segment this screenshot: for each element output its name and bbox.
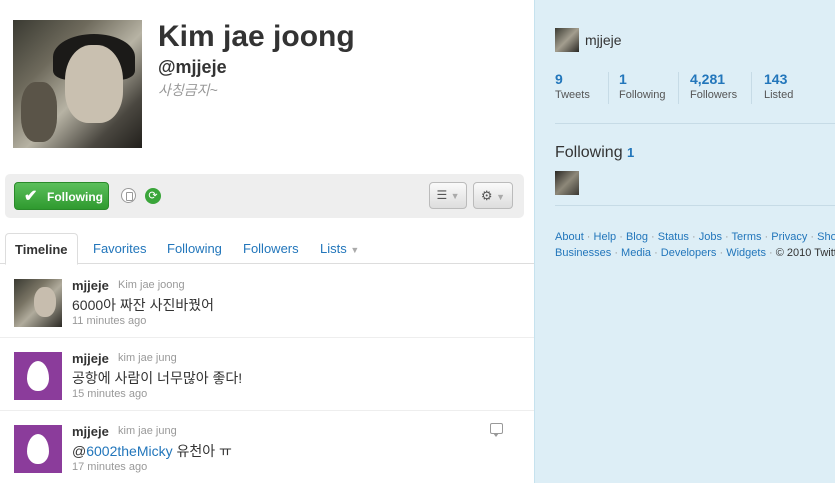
- tweet-username[interactable]: mjjeje: [72, 351, 109, 366]
- tweet-timestamp[interactable]: 17 minutes ago: [72, 461, 147, 473]
- stat-tweets[interactable]: 9 Tweets: [555, 71, 590, 105]
- profile-action-bar: ✔ Following ⟳ ☰ ▼ ⚙ ▼: [5, 174, 524, 218]
- stat-label: Tweets: [555, 89, 590, 101]
- device-updates-icon[interactable]: [121, 188, 136, 203]
- tab-followers[interactable]: Followers: [243, 233, 299, 264]
- following-button[interactable]: ✔ Following: [14, 182, 109, 210]
- reply-icon[interactable]: [490, 423, 503, 437]
- footer-links: About · Help · Blog · Status · Jobs · Te…: [555, 229, 835, 261]
- footer-link-status[interactable]: Status: [658, 231, 689, 243]
- chevron-down-icon: ▼: [450, 191, 460, 201]
- tweet-fullname: kim jae jung: [118, 425, 177, 437]
- stat-label: Followers: [690, 89, 738, 101]
- tweet-avatar[interactable]: [14, 279, 62, 327]
- stat-divider: [751, 72, 752, 104]
- tab-timeline[interactable]: Timeline: [5, 233, 78, 265]
- tweet-text-prefix: @: [72, 443, 87, 459]
- footer-link-help[interactable]: Help: [594, 231, 617, 243]
- stat-followers[interactable]: 4,281 Followers: [690, 71, 737, 105]
- footer-line-1: About · Help · Blog · Status · Jobs · Te…: [555, 229, 835, 245]
- footer-link-media[interactable]: Media: [621, 247, 651, 259]
- avatar-face: [65, 45, 123, 123]
- tweet-fullname: kim jae jung: [118, 352, 177, 364]
- profile-bio: 사칭금지~: [158, 82, 218, 98]
- following-button-label: Following: [47, 190, 103, 204]
- tweet-timestamp[interactable]: 15 minutes ago: [72, 388, 147, 400]
- footer-link-blog[interactable]: Blog: [626, 231, 648, 243]
- stat-following[interactable]: 1 Following: [619, 71, 665, 105]
- footer-link-widgets[interactable]: Widgets: [726, 247, 766, 259]
- chevron-down-icon: ▼: [350, 245, 360, 255]
- tweet-avatar[interactable]: [14, 425, 62, 473]
- checkmark-icon: ✔: [24, 188, 38, 205]
- tweet-fullname: Kim jae joong: [118, 279, 185, 291]
- tweet-timestamp[interactable]: 11 minutes ago: [72, 315, 146, 327]
- footer-link-jobs[interactable]: Jobs: [699, 231, 722, 243]
- following-count[interactable]: 1: [627, 145, 634, 160]
- footer-link-privacy[interactable]: Privacy: [771, 231, 807, 243]
- copyright-text: © 2010 Twitte: [775, 247, 835, 259]
- tab-following[interactable]: Following: [167, 233, 222, 264]
- profile-tabs: Timeline Favorites Following Followers L…: [0, 233, 534, 265]
- stat-label: Following: [619, 89, 666, 101]
- footer-link-shortcuts[interactable]: Shortc: [817, 231, 835, 243]
- tweet-text: 6000아 짜잔 사진바꿨어: [72, 297, 214, 313]
- stat-divider: [608, 72, 609, 104]
- stat-divider: [678, 72, 679, 104]
- gear-menu-button[interactable]: ⚙ ▼: [473, 182, 513, 209]
- profile-avatar[interactable]: [13, 20, 142, 148]
- list-menu-button[interactable]: ☰ ▼: [429, 182, 467, 209]
- following-heading-label: Following: [555, 144, 623, 161]
- tab-favorites[interactable]: Favorites: [93, 233, 146, 264]
- stat-number: 9: [555, 71, 563, 87]
- following-user-thumb[interactable]: [555, 171, 579, 195]
- tweet-item: mjjeje kim jae jung @6002theMicky 유천아 ㅠ …: [0, 411, 534, 483]
- stat-listed[interactable]: 143 Listed: [764, 71, 793, 105]
- footer-line-2: Businesses · Media · Developers · Widget…: [555, 245, 835, 261]
- footer-link-developers[interactable]: Developers: [661, 247, 717, 259]
- tweet-text: 공항에 사람이 너무많아 좋다!: [72, 370, 243, 386]
- tweet-text-suffix: 유천아 ㅠ: [172, 443, 232, 459]
- stat-label: Listed: [764, 89, 794, 101]
- tweet-item: mjjeje Kim jae joong 6000아 짜잔 사진바꿨어 11 m…: [0, 265, 534, 338]
- main-content: Kim jae joong @mjjeje 사칭금지~ ✔ Following …: [0, 0, 534, 483]
- stat-number: 4,281: [690, 71, 726, 87]
- sidebar-divider: [555, 205, 835, 206]
- profile-handle: @mjjeje: [158, 57, 227, 77]
- following-heading: Following 1: [555, 144, 634, 162]
- retweet-icon[interactable]: ⟳: [145, 188, 161, 204]
- profile-name: Kim jae joong: [158, 20, 355, 53]
- tweet-avatar[interactable]: [14, 352, 62, 400]
- chevron-down-icon: ▼: [496, 192, 506, 202]
- avatar-figure-2: [21, 82, 57, 142]
- tab-lists[interactable]: Lists ▼: [320, 233, 359, 264]
- sidebar-handle: mjjeje: [585, 32, 622, 48]
- stat-number: 143: [764, 71, 788, 87]
- tweet-username[interactable]: mjjeje: [72, 278, 109, 293]
- footer-link-about[interactable]: About: [555, 231, 584, 243]
- sidebar-divider: [555, 123, 835, 124]
- tweet-item: mjjeje kim jae jung 공항에 사람이 너무많아 좋다! 15 …: [0, 338, 534, 411]
- tab-lists-label: Lists: [320, 241, 347, 256]
- tweet-text: @6002theMicky 유천아 ㅠ: [72, 441, 232, 461]
- footer-link-businesses[interactable]: Businesses: [555, 247, 611, 259]
- tweet-username[interactable]: mjjeje: [72, 424, 109, 439]
- footer-link-terms[interactable]: Terms: [732, 231, 762, 243]
- stat-number: 1: [619, 71, 627, 87]
- tweet-mention-link[interactable]: 6002theMicky: [86, 443, 172, 459]
- sidebar: mjjeje 9 Tweets 1 Following 4,281 Follow…: [534, 0, 835, 483]
- sidebar-avatar[interactable]: [555, 28, 579, 52]
